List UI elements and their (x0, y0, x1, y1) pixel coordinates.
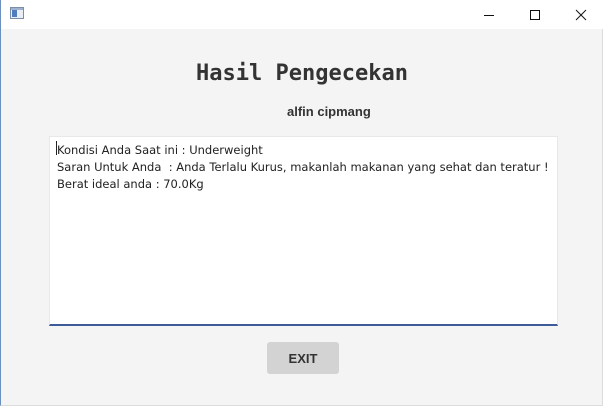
result-line-ideal-weight: Berat ideal anda : 70.0Kg (57, 177, 204, 191)
username-label: alfin cipmang (287, 104, 371, 119)
minimize-button[interactable] (466, 0, 512, 29)
java-app-icon (10, 7, 24, 19)
minimize-icon (484, 14, 494, 16)
content-area: Hasil Pengecekan alfin cipmang Kondisi A… (1, 29, 603, 405)
maximize-button[interactable] (512, 0, 558, 29)
close-icon (575, 9, 587, 20)
result-textarea[interactable]: Kondisi Anda Saat ini : Underweight Sara… (49, 136, 558, 326)
exit-button[interactable]: EXIT (267, 342, 339, 374)
result-line-condition: Kondisi Anda Saat ini : Underweight (57, 143, 263, 157)
page-title: Hasil Pengecekan (196, 61, 408, 86)
app-window: Hasil Pengecekan alfin cipmang Kondisi A… (0, 0, 603, 406)
result-line-advice: Saran Untuk Anda : Anda Terlalu Kurus, m… (57, 160, 549, 174)
title-bar[interactable] (1, 0, 603, 29)
text-caret (56, 141, 57, 155)
maximize-icon (530, 9, 540, 20)
close-button[interactable] (558, 0, 603, 29)
